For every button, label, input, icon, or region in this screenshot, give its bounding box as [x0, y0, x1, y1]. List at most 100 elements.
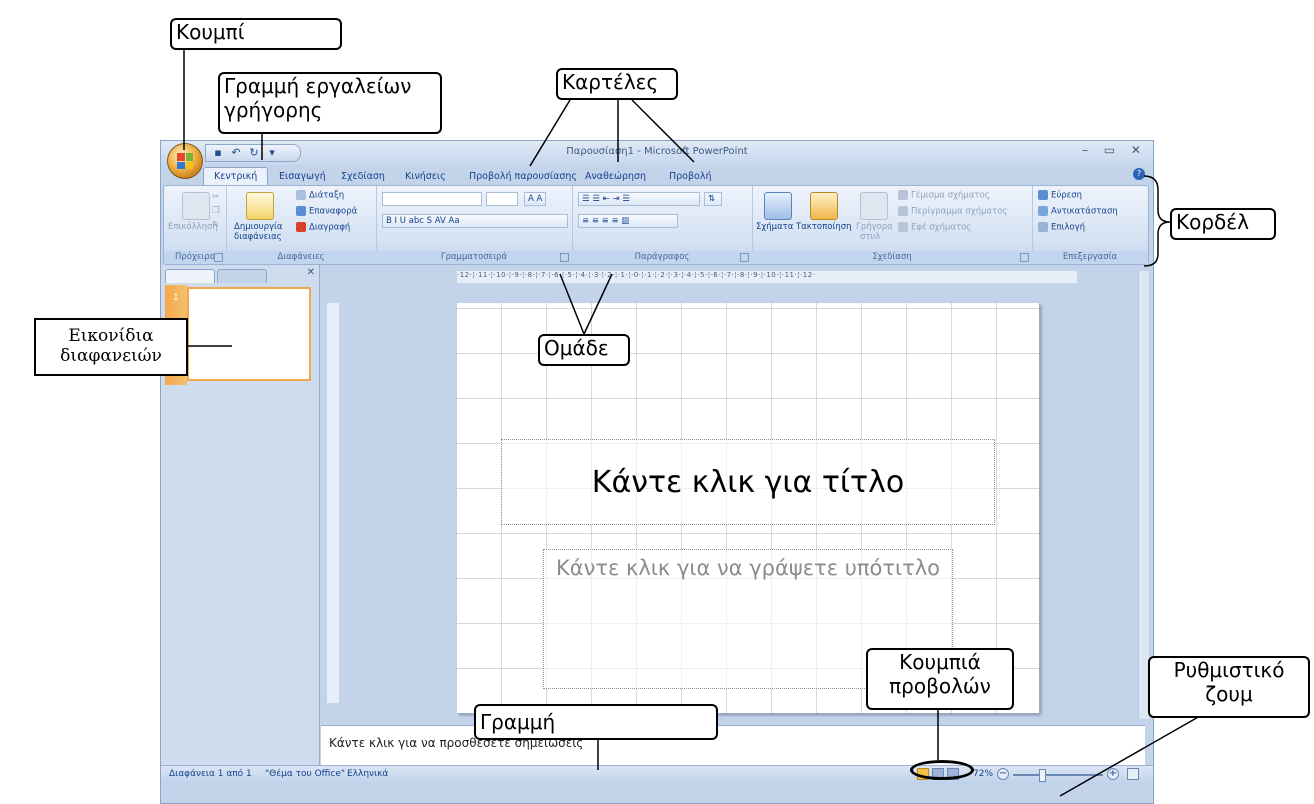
select-icon: [1038, 222, 1048, 232]
close-icon[interactable]: ✕: [307, 267, 315, 278]
paste-icon[interactable]: [182, 192, 210, 220]
zoom-slider-thumb[interactable]: [1039, 769, 1046, 782]
select-button[interactable]: Επιλογή: [1038, 222, 1085, 233]
tab-view[interactable]: Προβολή: [661, 169, 720, 184]
reset-icon: [296, 206, 306, 216]
callout-office-button: Κουμπί: [170, 18, 342, 50]
tab-insert[interactable]: Εισαγωγή: [271, 169, 334, 184]
tab-slideshow[interactable]: Προβολή παρουσίασης: [461, 169, 585, 184]
group-paragraph: ☰ ☰ ⇤ ⇥ ☰ ⇅ ≡ ≡ ≡ ≡ ▥ Παράγραφος: [572, 186, 753, 264]
language[interactable]: Ελληνικά: [347, 769, 388, 779]
notes-pane[interactable]: Κάντε κλικ για να προσθέσετε σημειώσεις: [321, 725, 1145, 765]
callout-zoom-line2: ζουμ: [1205, 682, 1253, 706]
redo-icon[interactable]: ↻: [248, 147, 260, 159]
copy-icon[interactable]: ❐: [212, 206, 220, 216]
status-bar: Διαφάνεια 1 από 1 "Θέμα του Office" Ελλη…: [161, 765, 1153, 784]
tab-outline[interactable]: [217, 269, 267, 283]
quick-styles-label-2[interactable]: στυλ: [860, 232, 880, 242]
group-label: Σχεδίαση: [752, 251, 1032, 264]
find-button[interactable]: Εύρεση: [1038, 190, 1082, 201]
outline-icon: [898, 206, 908, 216]
vertical-scrollbar[interactable]: [1138, 271, 1149, 719]
tab-animations[interactable]: Κινήσεις: [397, 169, 454, 184]
ribbon: Επικόλληση ✂ ❐ ✎ Πρόχειρο Δημιουργία δια…: [163, 185, 1149, 265]
shapes-icon[interactable]: [764, 192, 792, 220]
fill-icon: [898, 190, 908, 200]
callout-thumbs-line2: διαφανειών: [60, 346, 162, 366]
callout-quick-access-toolbar: Γραμμή εργαλείων γρήγορης: [218, 72, 442, 134]
list-indent-buttons[interactable]: ☰ ☰ ⇤ ⇥ ☰: [578, 192, 700, 206]
slide-number: 1: [173, 293, 179, 303]
ribbon-tabs: Κεντρική Εισαγωγή Σχεδίαση Κινήσεις Προβ…: [161, 165, 1153, 185]
callout-groups: Ομάδε: [538, 334, 630, 366]
font-size-field[interactable]: [486, 192, 518, 206]
layout-button[interactable]: Διάταξη: [296, 190, 344, 201]
quick-access-toolbar: ▪ ↶ ↻ ▾: [205, 144, 301, 162]
tab-slides[interactable]: [165, 269, 215, 283]
zoom-level[interactable]: 72%: [973, 769, 993, 779]
tab-design[interactable]: Σχεδίαση: [333, 169, 393, 184]
tab-home[interactable]: Κεντρική: [203, 167, 269, 185]
layout-icon: [296, 190, 306, 200]
view-buttons-highlight: [910, 760, 974, 780]
undo-icon[interactable]: ↶: [230, 147, 242, 159]
alignment-buttons[interactable]: ≡ ≡ ≡ ≡ ▥: [578, 214, 678, 228]
callout-thumbs-line1: Εικονίδια: [68, 326, 154, 346]
office-button[interactable]: [167, 143, 203, 179]
new-slide-label-2[interactable]: διαφάνειας: [234, 232, 282, 242]
group-label: Γραμματοσειρά: [376, 251, 572, 264]
replace-icon: [1038, 206, 1048, 216]
new-slide-label[interactable]: Δημιουργία: [234, 222, 283, 232]
title-placeholder[interactable]: Κάντε κλικ για τίτλο: [501, 439, 995, 525]
help-icon[interactable]: ?: [1133, 168, 1145, 180]
callout-ribbon: Κορδέλ: [1170, 208, 1276, 240]
quick-styles-label[interactable]: Γρήγορα: [856, 222, 893, 232]
reset-button[interactable]: Επαναφορά: [296, 206, 357, 217]
shape-effects-button[interactable]: Εφέ σχήματος: [898, 222, 971, 233]
group-slides: Δημιουργία διαφάνειας Διάταξη Επαναφορά …: [226, 186, 377, 264]
shape-outline-button[interactable]: Περίγραμμα σχήματος: [898, 206, 1007, 217]
vertical-ruler: [327, 303, 339, 703]
delete-icon: [296, 222, 306, 232]
shapes-button[interactable]: Σχήματα: [756, 222, 793, 232]
slide-counter: Διαφάνεια 1 από 1: [169, 769, 252, 779]
group-label: Επεξεργασία: [1032, 251, 1148, 264]
dialog-launcher-icon[interactable]: [1020, 253, 1029, 262]
grow-shrink-font-buttons[interactable]: A A: [524, 192, 547, 206]
new-slide-icon[interactable]: [246, 192, 274, 220]
dialog-launcher-icon[interactable]: [560, 253, 569, 262]
save-icon[interactable]: ▪: [212, 147, 224, 159]
cut-icon[interactable]: ✂: [212, 192, 219, 202]
zoom-slider[interactable]: [1013, 774, 1103, 776]
tab-review[interactable]: Αναθεώρηση: [577, 169, 654, 184]
office-logo-icon: [177, 153, 193, 169]
dialog-launcher-icon[interactable]: [740, 253, 749, 262]
text-direction-button[interactable]: ⇅: [704, 192, 722, 206]
arrange-icon[interactable]: [810, 192, 838, 220]
replace-button[interactable]: Αντικατάσταση: [1038, 206, 1118, 217]
callout-zoom-slider: Ρυθμιστικό ζουμ: [1148, 656, 1310, 718]
slide-thumbnail[interactable]: [187, 287, 311, 381]
shape-fill-button[interactable]: Γέμισμα σχήματος: [898, 190, 990, 201]
callout-tabs: Καρτέλες: [556, 68, 678, 100]
zoom-in-icon[interactable]: +: [1107, 768, 1119, 780]
quick-styles-icon[interactable]: [860, 192, 888, 220]
group-editing: Εύρεση Αντικατάσταση Επιλογή Επεξεργασία: [1032, 186, 1148, 264]
font-format-buttons[interactable]: B I U abc S AV Aa: [382, 214, 568, 228]
group-drawing: Σχήματα Τακτοποίηση Γρήγορα στυλ Γέμισμα…: [752, 186, 1033, 264]
customize-dropdown-icon[interactable]: ▾: [266, 147, 278, 159]
group-label: Διαφάνειες: [226, 251, 376, 264]
callout-qat-line1: Γραμμή εργαλείων: [224, 74, 412, 98]
zoom-out-icon[interactable]: −: [997, 768, 1009, 780]
binoculars-icon: [1038, 190, 1048, 200]
dialog-launcher-icon[interactable]: [214, 253, 223, 262]
paste-button[interactable]: Επικόλληση: [168, 222, 218, 232]
group-label: Παράγραφος: [572, 251, 752, 264]
callout-status-bar: Γραμμή: [474, 704, 718, 740]
font-name-field[interactable]: [382, 192, 482, 206]
fit-window-icon[interactable]: [1127, 768, 1139, 780]
arrange-button[interactable]: Τακτοποίηση: [796, 222, 851, 232]
format-painter-icon[interactable]: ✎: [212, 220, 219, 230]
window-controls[interactable]: – ▭ ✕: [1082, 143, 1147, 157]
delete-button[interactable]: Διαγραφή: [296, 222, 350, 233]
